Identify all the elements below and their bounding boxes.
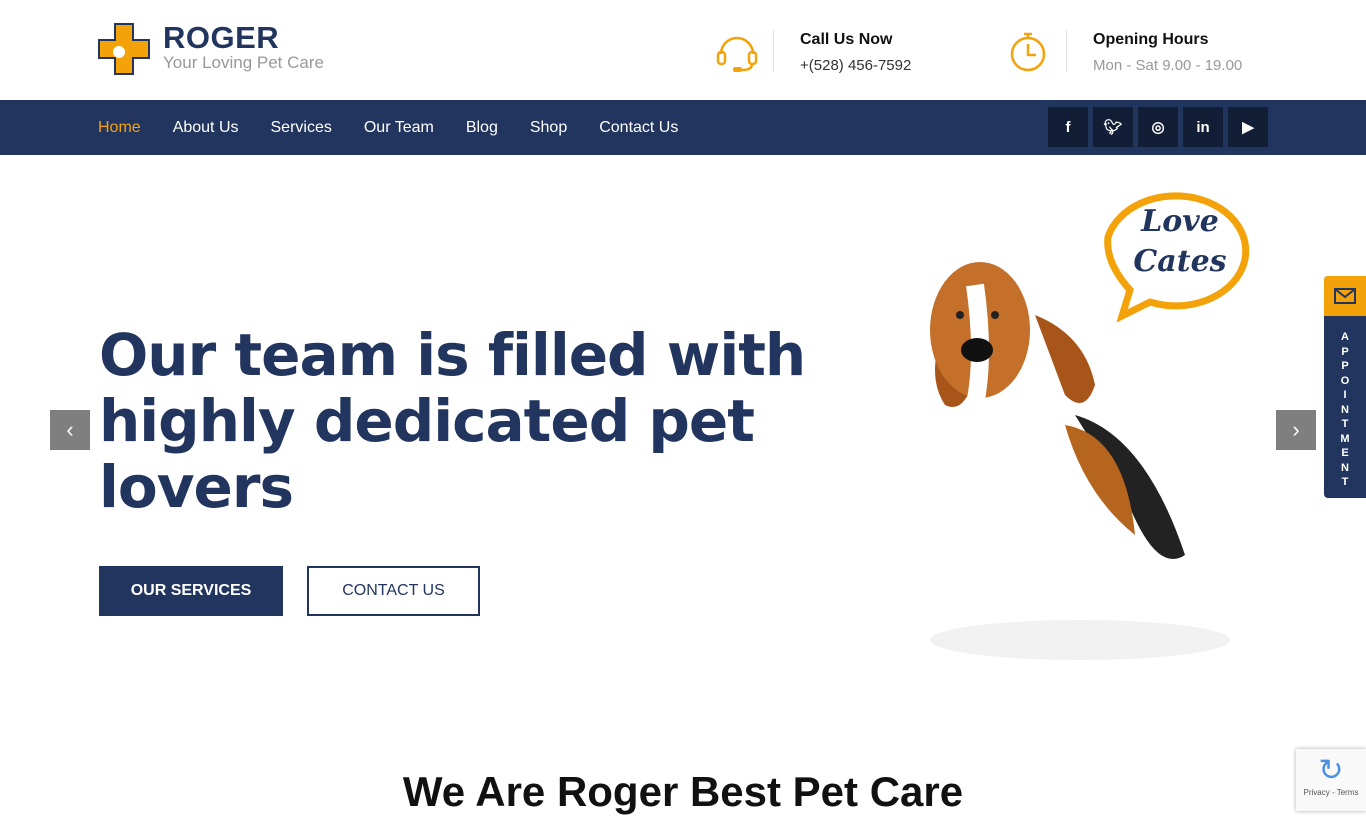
nav-our-team[interactable]: Our Team (364, 119, 434, 137)
linkedin-icon[interactable]: in (1183, 107, 1223, 147)
divider (1066, 30, 1067, 72)
envelope-icon (1324, 276, 1366, 316)
section-title: We Are Roger Best Pet Care (402, 768, 964, 815)
top-header: ROGER Your Loving Pet Care Call Us Now +… (0, 0, 1366, 100)
divider (773, 30, 774, 72)
instagram-icon[interactable]: ◎ (1138, 107, 1178, 147)
phone-number[interactable]: +(528) 456-7592 (800, 57, 911, 74)
recaptcha-links[interactable]: Privacy - Terms (1296, 788, 1366, 797)
hours-value: Mon - Sat 9.00 - 19.00 (1093, 57, 1243, 74)
main-nav: Home About Us Services Our Team Blog Sho… (0, 100, 1366, 155)
call-info: Call Us Now +(528) 456-7592 (715, 30, 911, 74)
stopwatch-icon (1010, 32, 1046, 72)
youtube-icon[interactable]: ▶ (1228, 107, 1268, 147)
recaptcha-icon: ↻ (1318, 754, 1344, 787)
slider-prev-button[interactable]: ‹ (50, 410, 90, 450)
twitter-icon[interactable]: 🐦︎ (1093, 107, 1133, 147)
facebook-icon[interactable]: f (1048, 107, 1088, 147)
hours-title: Opening Hours (1093, 31, 1209, 48)
recaptcha-badge[interactable]: ↻ Privacy - Terms (1296, 749, 1366, 811)
appointment-label: APPOINTMENT (1340, 331, 1350, 488)
nav-about-us[interactable]: About Us (173, 119, 239, 137)
bubble-text-line: Cates (1133, 244, 1227, 279)
nav-blog[interactable]: Blog (466, 119, 498, 137)
slider-next-button[interactable]: › (1276, 410, 1316, 450)
nav-contact-us[interactable]: Contact Us (599, 119, 678, 137)
hero-title: Our team is filled with highly dedicated… (99, 321, 806, 521)
love-cates-speech-bubble: Love Cates (1100, 182, 1256, 322)
logo[interactable]: ROGER Your Loving Pet Care (97, 22, 324, 76)
headset-icon (716, 36, 758, 72)
nav-shop[interactable]: Shop (530, 119, 567, 137)
contact-us-button[interactable]: CONTACT US (307, 566, 480, 616)
cross-paw-logo-icon (98, 23, 150, 75)
our-services-button[interactable]: OUR SERVICES (99, 566, 283, 616)
appointment-tab[interactable]: APPOINTMENT (1324, 276, 1366, 498)
brand-tagline: Your Loving Pet Care (163, 53, 324, 72)
hours-info: Opening Hours Mon - Sat 9.00 - 19.00 (1008, 30, 1242, 74)
brand-name: ROGER (163, 20, 280, 55)
bubble-text-line: Love (1141, 204, 1219, 239)
call-title: Call Us Now (800, 31, 893, 48)
nav-services[interactable]: Services (271, 119, 332, 137)
nav-home[interactable]: Home (98, 119, 141, 137)
